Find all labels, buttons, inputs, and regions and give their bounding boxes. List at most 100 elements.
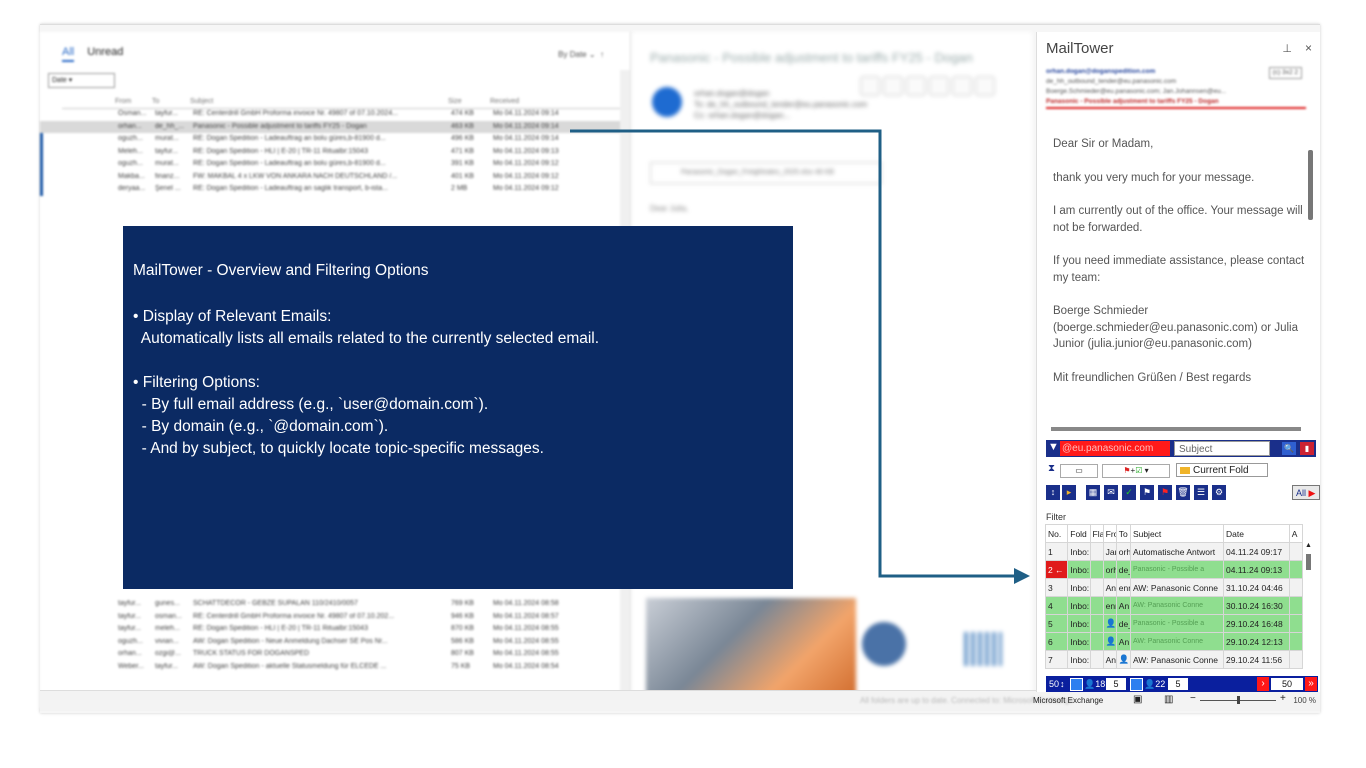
grid-col-header[interactable]: No.: [1044, 524, 1069, 543]
forward-icon[interactable]: [929, 76, 949, 96]
grid-col-header[interactable]: Fro: [1102, 524, 1117, 543]
mail-row[interactable]: deryaa... Şenel ... RE: Dogan Spedition - …: [40, 183, 622, 196]
reply-all-icon[interactable]: [906, 76, 926, 96]
overlay-line: • Filtering Options:: [133, 374, 260, 391]
col-size[interactable]: Size: [448, 98, 462, 105]
trash-icon[interactable]: 🗑: [1176, 485, 1190, 500]
grid-scrollbar[interactable]: ▲: [1305, 542, 1313, 674]
zoom-in-icon[interactable]: +: [1280, 693, 1286, 704]
last-page-icon[interactable]: »: [1305, 677, 1317, 691]
delete-filter-icon[interactable]: ▮: [1300, 442, 1314, 455]
teams-icon[interactable]: [952, 76, 972, 96]
mail-row-subject: TRUCK STATUS FOR DOGANSPED: [193, 650, 310, 657]
grid-cell-to: de_: [1115, 560, 1131, 579]
grid-col-header[interactable]: Fla: [1089, 524, 1104, 543]
search-icon[interactable]: 🔍: [1282, 442, 1296, 455]
grid-cell-subject: AW: Panasonic Conne: [1129, 650, 1225, 669]
grid-row[interactable]: 1 Inbo: Jar orh Automatische Antwort 04.11.24…: [1044, 542, 1304, 561]
grid-cell-subject: AW: Panasonic Conne: [1129, 578, 1225, 597]
reading-view-icon[interactable]: ▥: [1164, 694, 1173, 705]
sort-by-date-button[interactable]: By Date ⌄ ↑: [558, 50, 604, 59]
grid-col-header[interactable]: To: [1115, 524, 1131, 543]
normal-view-icon[interactable]: ▣: [1133, 694, 1142, 705]
mail-row[interactable]: orhan... de_hh_... Panasonic - Possible ad…: [40, 120, 622, 133]
reply-icon[interactable]: [883, 76, 903, 96]
mail-row[interactable]: oguzh... murat... RE: Dogan Spedition - La…: [40, 158, 622, 171]
reading-cc: Cc: orhan.dogan@dogan...: [694, 111, 791, 120]
mail-row[interactable]: tayfur... osman... RE: Centerdrill GmbH Pr…: [40, 611, 622, 624]
grid-col-header[interactable]: Fold: [1067, 524, 1091, 543]
flag-red-icon[interactable]: ⚑: [1158, 485, 1172, 500]
grid-col-header[interactable]: A: [1288, 524, 1304, 543]
zoom-out-icon[interactable]: −: [1190, 693, 1196, 704]
col-subject[interactable]: Subject: [190, 98, 213, 105]
grid-col-header[interactable]: Date: [1223, 524, 1290, 543]
zoom-slider-thumb[interactable]: [1237, 696, 1240, 704]
preview-hscrollbar[interactable]: [1051, 427, 1301, 431]
sent-count-box[interactable]: 5: [1168, 678, 1188, 690]
move-folder-icon[interactable]: ▸: [1062, 485, 1076, 500]
all-button[interactable]: All ▶: [1292, 485, 1320, 500]
date-range-field[interactable]: ▭: [1060, 464, 1098, 478]
grid-icon[interactable]: ▦: [1086, 485, 1100, 500]
list-icon[interactable]: ☰: [1194, 485, 1208, 500]
preview-scrollbar[interactable]: [1308, 130, 1314, 420]
folder-select[interactable]: Current Fold: [1176, 463, 1268, 477]
mark-read-icon[interactable]: ✓: [1122, 485, 1136, 500]
mail-row-from: tayfur...: [118, 625, 141, 632]
grid-scroll-up-icon[interactable]: ▲: [1305, 542, 1312, 549]
filter-dropdown-icon[interactable]: ▼: [1048, 441, 1059, 453]
mail-icon[interactable]: ✉: [1104, 485, 1118, 500]
grid-col-header[interactable]: Subject: [1129, 524, 1225, 543]
subject-filter-input[interactable]: Subject: [1174, 441, 1270, 456]
mail-row[interactable]: Weber... tayfur... AW: Dogan Spedition - a…: [40, 661, 622, 674]
grid-row[interactable]: 5Inbo: 👤de_Panasonic - Possible a29.10.24…: [1044, 614, 1304, 633]
col-to[interactable]: To: [152, 98, 159, 105]
mail-row[interactable]: oguzh... murat... RE: Dogan Spedition - La…: [40, 133, 622, 146]
mail-row-to: osman...: [155, 612, 182, 620]
tab-unread[interactable]: Unread: [87, 46, 123, 58]
col-from[interactable]: From: [115, 98, 131, 105]
tab-all[interactable]: All: [62, 46, 75, 62]
pin-icon[interactable]: ⊥: [1282, 42, 1292, 55]
date-filter-dropdown[interactable]: Date ▾: [48, 73, 115, 88]
grid-row[interactable]: 7Inbo: Anc👤AW: Panasonic Conne29.10.24 11…: [1044, 650, 1304, 669]
mail-row[interactable]: Meleh... tayfur... RE: Dogan Spedition - H…: [40, 145, 622, 158]
grid-row[interactable]: 4Inbo: enrAnAW: Panasonic Conne30.10.24 1…: [1044, 596, 1304, 615]
received-count-box[interactable]: 5: [1106, 678, 1126, 690]
inbox-count-icon[interactable]: [1070, 678, 1083, 691]
mail-row[interactable]: tayfur... gunes... SCHATTDECOR - GEBZE SUP…: [40, 598, 622, 611]
header-badge[interactable]: (c) 3x2 2: [1268, 67, 1302, 79]
mail-row[interactable]: oguzh... vivian... AW: Dogan Spedition - N…: [40, 636, 622, 649]
next-page-icon[interactable]: ›: [1257, 677, 1269, 691]
sent-count: 👤22: [1144, 679, 1166, 689]
mail-row-subject: AW: Dogan Spedition - aktuelle Statusmel…: [193, 662, 387, 670]
close-icon[interactable]: ×: [1305, 41, 1312, 55]
emoji-icon[interactable]: [860, 76, 880, 96]
attachment-chip[interactable]: Panasonic_Dogan_Freightrates_2025.xlsx 4…: [650, 162, 882, 184]
pager-bar: 50 ↕ 👤18 5 👤22 5 › 50 »: [1046, 676, 1318, 692]
mail-row-date: Mo 04.11.2024 09:12: [493, 160, 559, 167]
hourglass-icon[interactable]: ⧗: [1048, 463, 1055, 474]
gear-icon[interactable]: ⚙: [1212, 485, 1226, 500]
preview-scroll-thumb[interactable]: [1308, 150, 1313, 220]
autoreply-paragraph: Dear Sir or Madam,: [1053, 138, 1154, 150]
mail-row[interactable]: tayfur... meleh... RE: Dogan Spedition - H…: [40, 623, 622, 636]
mail-row[interactable]: orhan... ozgi@... TRUCK STATUS FOR DOGANSP…: [40, 648, 622, 661]
qr-code-image: [964, 632, 1002, 666]
flag-white-icon[interactable]: ⚑: [1140, 485, 1154, 500]
grid-row[interactable]: 3Inbo: AncenrAW: Panasonic Conne31.10.24 …: [1044, 578, 1304, 597]
sort-icon[interactable]: ↕: [1046, 485, 1060, 500]
grid-row[interactable]: 6 Inbo: 👤 An AW: Panasonic Conne 29.10.24 12:…: [1044, 632, 1304, 651]
grid-cell-date: 04.11.24 09:13: [1223, 560, 1290, 579]
sent-filter-icon[interactable]: [1130, 678, 1143, 691]
flag-attachment-toggle[interactable]: ⚑+☑ ▾: [1102, 464, 1170, 478]
page-size-input[interactable]: 50: [1271, 678, 1303, 690]
mail-row[interactable]: Makba... finanz... FW: MAKBAL 4 x LKW VON …: [40, 170, 622, 183]
mail-row[interactable]: Osman... tayfur... RE: Centerdrill GmbH Pr…: [40, 108, 622, 121]
col-received[interactable]: Received: [490, 98, 519, 105]
grid-row[interactable]: 2 ←Inbo: orhde_Panasonic - Possible a04.1…: [1044, 560, 1304, 579]
more-icon[interactable]: [975, 76, 995, 96]
grid-scroll-thumb[interactable]: [1306, 554, 1311, 570]
domain-filter-input[interactable]: @eu.panasonic.com: [1060, 441, 1170, 456]
